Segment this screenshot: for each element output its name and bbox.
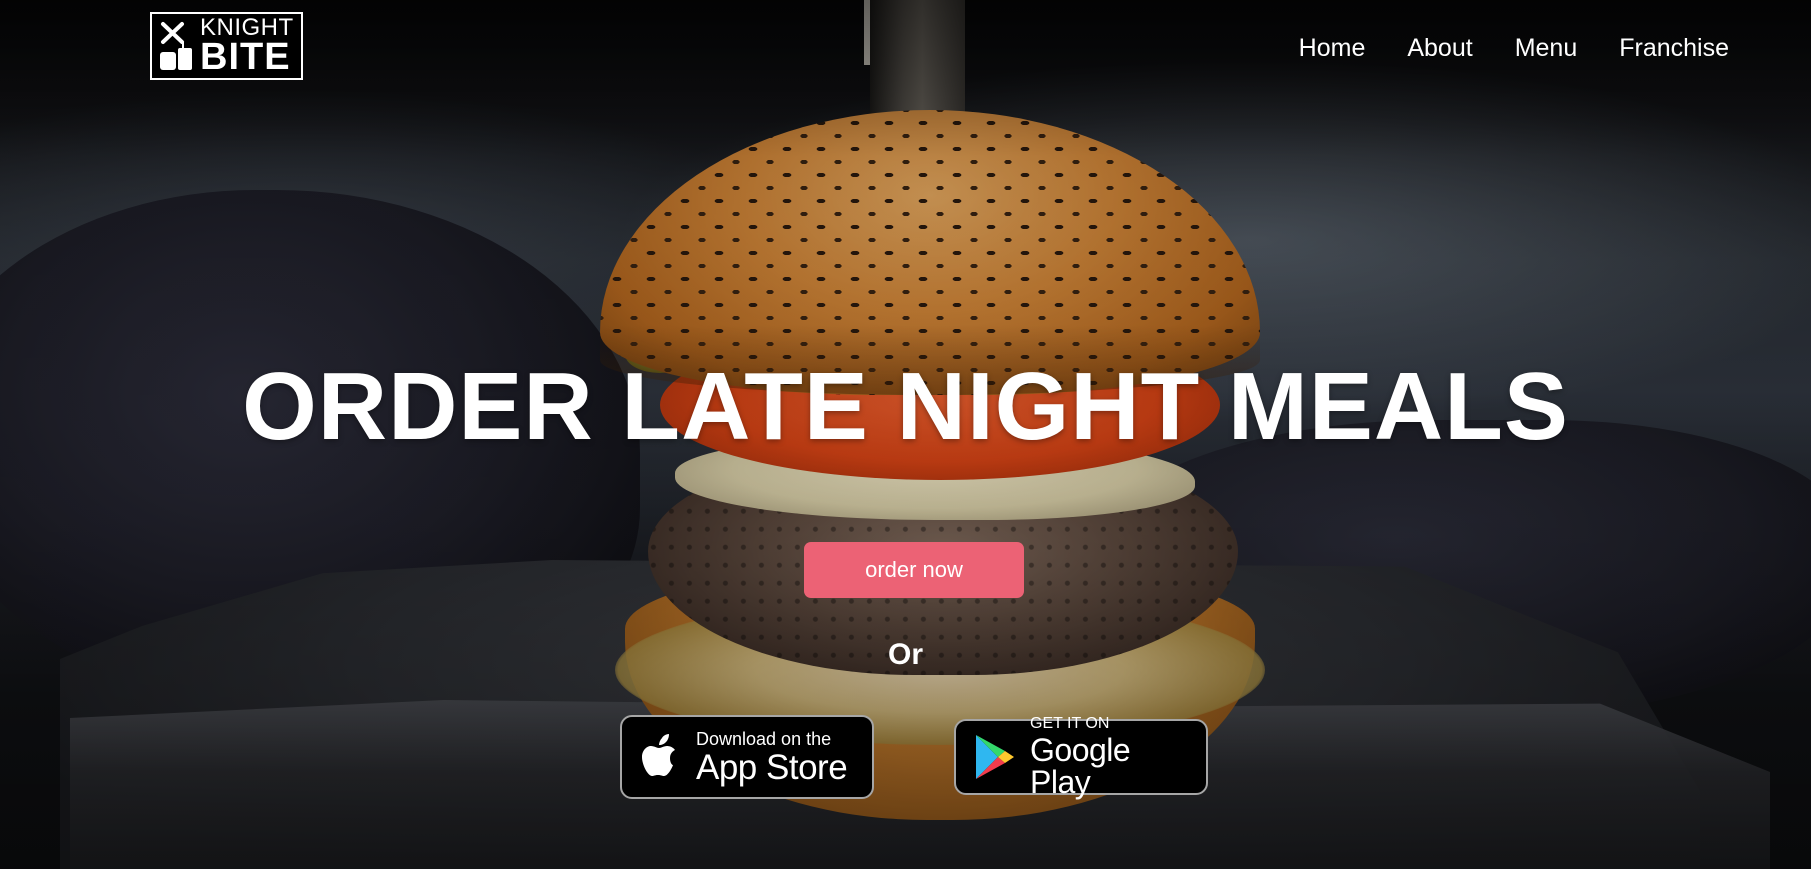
app-store-big-text: App Store xyxy=(696,747,848,787)
google-play-big-text: Google Play xyxy=(1030,732,1131,800)
nav-menu[interactable]: Menu xyxy=(1515,34,1578,63)
app-store-small-text: Download on the xyxy=(696,728,832,749)
main-nav: Home About Menu Franchise xyxy=(1299,34,1729,63)
order-now-button[interactable]: order now xyxy=(804,542,1024,598)
logo-line2: BITE xyxy=(200,36,291,78)
brand-logo[interactable]: KNIGHT BITE xyxy=(150,12,303,80)
apple-icon xyxy=(642,734,675,776)
google-play-icon xyxy=(976,735,1014,779)
utensils-icon xyxy=(160,22,192,70)
nav-about[interactable]: About xyxy=(1407,34,1472,63)
nav-franchise[interactable]: Franchise xyxy=(1619,34,1729,63)
or-separator: Or xyxy=(887,638,923,671)
hero-headline: ORDER LATE NIGHT MEALS xyxy=(242,353,1569,460)
google-play-small-text: GET IT ON xyxy=(1030,715,1110,732)
site-header: KNIGHT BITE Home About Menu Franchise xyxy=(0,0,1811,96)
app-store-button[interactable]: Download on the App Store xyxy=(620,715,874,799)
nav-home[interactable]: Home xyxy=(1299,34,1366,63)
google-play-button[interactable]: GET IT ON Google Play xyxy=(954,715,1208,800)
